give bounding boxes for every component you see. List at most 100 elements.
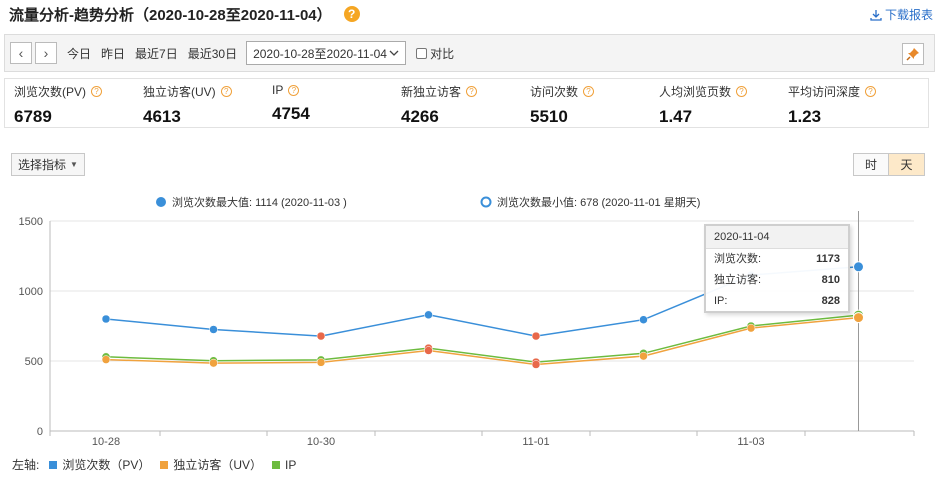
date-range-select[interactable]: 2020-10-28至2020-11-04 bbox=[246, 41, 407, 65]
tooltip-row: IP: 828 bbox=[706, 291, 848, 312]
chevron-down-icon bbox=[389, 50, 399, 56]
data-point bbox=[316, 331, 326, 341]
tooltip-value: 828 bbox=[821, 295, 840, 307]
quick-last30[interactable]: 最近30日 bbox=[188, 45, 237, 62]
data-point bbox=[853, 261, 864, 273]
max-annotation: 浏览次数最大值: 1114 (2020-11-03 ) bbox=[172, 195, 347, 209]
help-icon[interactable]: ? bbox=[343, 6, 360, 22]
help-icon[interactable]: ? bbox=[865, 86, 877, 97]
stat-label: IP bbox=[272, 83, 284, 97]
pin-icon bbox=[906, 48, 919, 61]
title-row: 流量分析-趋势分析（2020-10-28至2020-11-04） ? bbox=[9, 4, 360, 24]
data-point bbox=[746, 323, 756, 333]
data-point bbox=[639, 351, 648, 361]
tooltip-title: 2020-11-04 bbox=[706, 226, 848, 249]
stat-value: 4266 bbox=[401, 107, 439, 126]
x-tick-label: 11-01 bbox=[522, 436, 549, 448]
stat-value: 1.23 bbox=[788, 107, 822, 126]
help-icon[interactable]: ? bbox=[736, 86, 748, 97]
data-point bbox=[531, 360, 541, 369]
stat-value: 5510 bbox=[530, 107, 568, 126]
chevron-left-icon: ‹ bbox=[18, 45, 24, 61]
tooltip-label: 浏览次数: bbox=[714, 253, 762, 265]
data-point bbox=[853, 312, 864, 324]
data-point bbox=[639, 315, 648, 324]
prev-button[interactable]: ‹ bbox=[10, 42, 32, 64]
data-point bbox=[209, 358, 218, 368]
stat-value: 6789 bbox=[14, 107, 52, 126]
stat-uv: 独立访客(UV)? 4613 bbox=[134, 79, 263, 127]
date-toolbar: ‹ › 今日 昨日 最近7日 最近30日 2020-10-28至2020-11-… bbox=[4, 34, 935, 72]
y-tick-label: 1500 bbox=[19, 216, 43, 228]
max-marker-icon bbox=[156, 197, 166, 207]
data-point bbox=[101, 355, 111, 364]
legend-pv[interactable]: 浏览次数（PV） bbox=[49, 456, 150, 473]
legend-swatch bbox=[160, 460, 169, 469]
download-report-link[interactable]: 下载报表 bbox=[870, 6, 933, 23]
min-marker-icon bbox=[480, 196, 492, 208]
help-icon[interactable]: ? bbox=[91, 86, 103, 97]
tooltip-row: 独立访客: 810 bbox=[706, 270, 848, 291]
legend-swatch bbox=[272, 460, 281, 469]
stat-label: 平均访问深度 bbox=[788, 85, 861, 99]
help-icon[interactable]: ? bbox=[220, 86, 232, 97]
stat-avg-depth: 平均访问深度? 1.23 bbox=[779, 79, 908, 127]
tooltip-value: 1173 bbox=[816, 253, 840, 265]
quick-yesterday[interactable]: 昨日 bbox=[101, 45, 125, 62]
series-line bbox=[105, 316, 859, 366]
select-metric-label: 选择指标 bbox=[18, 158, 67, 172]
quick-today[interactable]: 今日 bbox=[67, 45, 91, 62]
compare-checkbox[interactable] bbox=[416, 47, 428, 59]
chart-legend: 左轴: 浏览次数（PV） 独立访客（UV） IP bbox=[12, 456, 296, 473]
stat-label: 独立访客(UV) bbox=[143, 85, 216, 99]
data-point bbox=[316, 358, 326, 367]
chart-tooltip: 2020-11-04 浏览次数: 1173 独立访客: 810 IP: 828 bbox=[704, 224, 850, 313]
stat-value: 1.47 bbox=[659, 107, 693, 126]
toggle-day[interactable]: 天 bbox=[889, 153, 925, 176]
help-icon[interactable]: ? bbox=[583, 86, 595, 97]
data-point bbox=[424, 346, 433, 355]
help-icon[interactable]: ? bbox=[288, 84, 300, 96]
page-title: 流量分析-趋势分析（2020-10-28至2020-11-04） bbox=[9, 6, 332, 24]
y-tick-label: 0 bbox=[37, 426, 43, 438]
pin-button[interactable] bbox=[902, 43, 924, 65]
x-tick-label: 10-28 bbox=[92, 436, 120, 448]
select-metric-dropdown[interactable]: 选择指标 ▼ bbox=[11, 153, 85, 176]
legend-label: 浏览次数（PV） bbox=[62, 458, 151, 472]
stat-ip: IP? 4754 bbox=[263, 79, 392, 127]
download-label: 下载报表 bbox=[884, 8, 933, 22]
data-point bbox=[531, 331, 541, 341]
stat-label: 人均浏览页数 bbox=[659, 85, 732, 99]
caret-down-icon: ▼ bbox=[70, 160, 78, 169]
x-tick-label: 11-03 bbox=[737, 436, 764, 448]
tooltip-value: 810 bbox=[821, 274, 840, 286]
date-range-value: 2020-10-28至2020-11-04 bbox=[253, 46, 387, 61]
quick-last7[interactable]: 最近7日 bbox=[135, 45, 178, 62]
tooltip-label: 独立访客: bbox=[714, 274, 762, 286]
stat-label: 新独立访客 bbox=[401, 85, 462, 99]
min-annotation: 浏览次数最小值: 678 (2020-11-01 星期天) bbox=[497, 195, 700, 209]
stat-pages-per-user: 人均浏览页数? 1.47 bbox=[650, 79, 779, 127]
y-tick-label: 500 bbox=[25, 356, 43, 368]
help-icon[interactable]: ? bbox=[466, 86, 478, 97]
tooltip-label: IP: bbox=[714, 295, 728, 307]
legend-label: 独立访客（UV） bbox=[173, 458, 263, 472]
summary-stats: 浏览次数(PV)? 6789 独立访客(UV)? 4613 IP? 4754 新… bbox=[4, 78, 929, 128]
legend-label: IP bbox=[285, 457, 297, 472]
compare-label: 对比 bbox=[430, 46, 455, 61]
stat-pv: 浏览次数(PV)? 6789 bbox=[5, 79, 134, 127]
toggle-hour[interactable]: 时 bbox=[853, 153, 889, 176]
stat-value: 4754 bbox=[272, 104, 310, 123]
series-line bbox=[105, 314, 859, 363]
stat-label: 访问次数 bbox=[530, 85, 579, 99]
stat-value: 4613 bbox=[143, 107, 181, 126]
y-tick-label: 1000 bbox=[19, 286, 43, 298]
x-tick-label: 10-30 bbox=[307, 436, 335, 448]
stat-visits: 访问次数? 5510 bbox=[521, 79, 650, 127]
compare-toggle[interactable]: 对比 bbox=[416, 45, 454, 62]
tooltip-row: 浏览次数: 1173 bbox=[706, 249, 848, 270]
next-button[interactable]: › bbox=[35, 42, 57, 64]
chevron-right-icon: › bbox=[43, 45, 49, 61]
legend-uv[interactable]: 独立访客（UV） bbox=[160, 456, 262, 473]
legend-ip[interactable]: IP bbox=[272, 458, 296, 472]
